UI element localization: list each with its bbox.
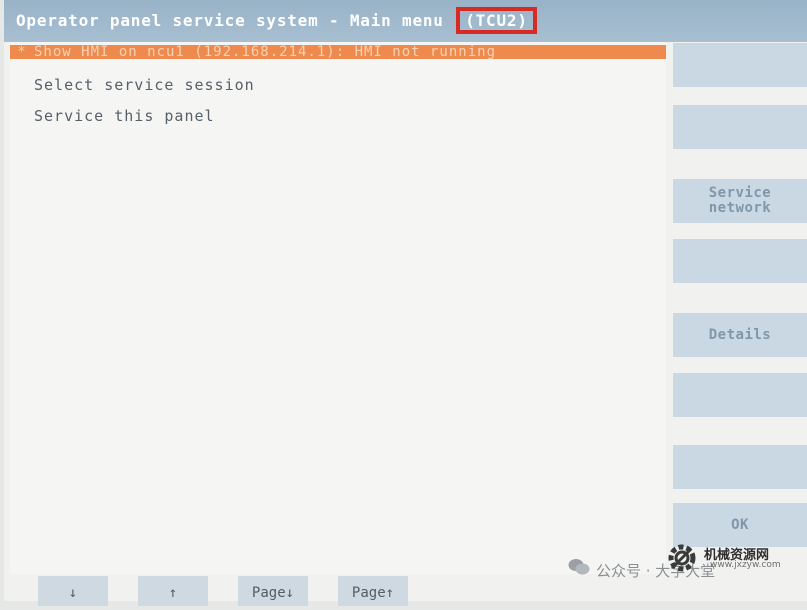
menu-list: * Show HMI on ncu1 (192.168.214.1): HMI n… [10, 42, 666, 132]
softkey-details[interactable]: Details [673, 313, 807, 357]
window-title-text: Operator panel service system - Main men… [16, 11, 444, 30]
menu-item-label: Select service session [34, 76, 255, 94]
softkey-6[interactable] [673, 373, 807, 417]
menu-item-select-service-session[interactable]: Select service session [10, 70, 666, 101]
softkey-2[interactable] [673, 105, 807, 149]
menu-item-label: Service this panel [34, 107, 215, 125]
gear-logo-icon [668, 544, 696, 572]
menu-item-service-this-panel[interactable]: Service this panel [10, 101, 666, 132]
softkey-7[interactable] [673, 445, 807, 489]
main-menu-area: * Show HMI on ncu1 (192.168.214.1): HMI n… [10, 42, 666, 574]
selection-marker: * [17, 44, 27, 60]
softkey-1[interactable] [673, 43, 807, 87]
softkey-4[interactable] [673, 239, 807, 283]
menu-item-show-hmi[interactable]: * Show HMI on ncu1 (192.168.214.1): HMI n… [10, 45, 666, 59]
page-down-button[interactable]: Page↓ [238, 576, 308, 606]
vertical-softkey-bar: Service network Details OK [673, 43, 807, 583]
wechat-icon [568, 559, 590, 575]
cursor-up-button[interactable]: ↑ [138, 576, 208, 606]
page-up-button[interactable]: Page↑ [338, 576, 408, 606]
watermark: 公众号 · 大学大堂 机械资源网 www.jxzyw.com [568, 540, 798, 596]
title-bar: Operator panel service system - Main men… [4, 0, 807, 42]
watermark-url: www.jxzyw.com [710, 560, 781, 570]
softkey-service-network[interactable]: Service network [673, 179, 807, 223]
cursor-down-button[interactable]: ↓ [38, 576, 108, 606]
tcu-tag-highlight: (TCU2) [456, 7, 537, 34]
window-title: Operator panel service system - Main men… [16, 7, 537, 34]
menu-item-label: Show HMI on ncu1 (192.168.214.1): HMI no… [34, 44, 497, 60]
